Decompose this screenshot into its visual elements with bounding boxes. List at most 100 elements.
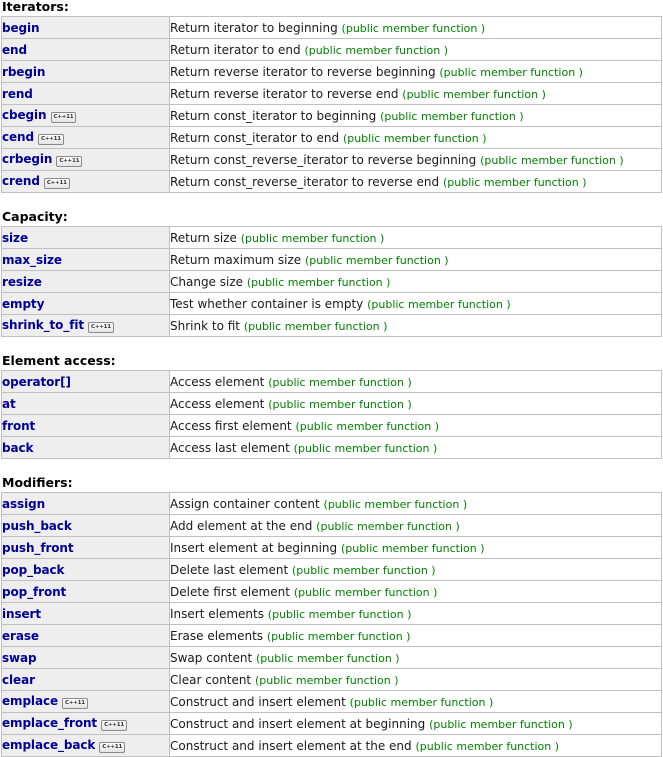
member-link[interactable]: max_size [3, 253, 63, 267]
member-description-cell: Test whether container is empty (public … [169, 292, 662, 315]
section-heading: Capacity: [2, 209, 68, 224]
member-name-cell[interactable]: rbegin [1, 60, 170, 83]
member-description-cell: Access element (public member function ) [169, 392, 662, 415]
table-row: swap Swap content (public member function… [1, 646, 662, 669]
member-link[interactable]: empty [3, 297, 45, 311]
member-name-cell[interactable]: emplace_front C++11 [1, 712, 170, 735]
member-description-cell: Return iterator to beginning (public mem… [169, 16, 662, 39]
member-section: Capacity: size Return size (public member … [0, 210, 663, 337]
member-description-cell: Clear content (public member function ) [169, 668, 662, 691]
member-name-cell[interactable]: size [1, 226, 170, 249]
member-kind-label: (public member function ) [295, 419, 440, 433]
member-name-cell[interactable]: resize [1, 270, 170, 293]
member-description: Swap content [170, 650, 253, 665]
table-row: operator[] Access element (public member … [1, 370, 662, 393]
member-link[interactable]: insert [3, 607, 42, 621]
member-kind-label: (public member function ) [292, 563, 436, 577]
cpp11-badge-icon: C++11 [56, 156, 83, 167]
member-name-cell[interactable]: rend [1, 82, 170, 105]
member-link[interactable]: shrink_to_fit [3, 318, 85, 332]
table-row: cbegin C++11 Return const_iterator to begi… [1, 104, 662, 127]
member-link[interactable]: size [3, 231, 29, 245]
member-link[interactable]: erase [3, 629, 40, 643]
member-name-cell[interactable]: insert [1, 602, 170, 625]
member-name-cell[interactable]: cend C++11 [1, 126, 170, 149]
member-name-cell[interactable]: clear [1, 668, 170, 691]
member-name-cell[interactable]: assign [1, 492, 170, 515]
member-name-cell[interactable]: shrink_to_fit C++11 [1, 314, 170, 337]
member-name-cell[interactable]: emplace_back C++11 [1, 734, 170, 757]
member-name-cell[interactable]: erase [1, 624, 170, 647]
member-description: Return size [170, 230, 237, 245]
member-description: Return reverse iterator to reverse begin… [170, 64, 436, 79]
member-link[interactable]: emplace [3, 694, 59, 708]
member-name-cell[interactable]: end [1, 38, 170, 61]
member-link[interactable]: back [3, 441, 34, 455]
member-description: Shrink to fit [170, 318, 240, 333]
member-link[interactable]: at [3, 397, 16, 411]
member-name-cell[interactable]: push_front [1, 536, 170, 559]
member-description-cell: Add element at the end (public member fu… [169, 514, 662, 537]
member-link[interactable]: cbegin [3, 108, 47, 122]
member-name-cell[interactable]: crbegin C++11 [1, 148, 170, 171]
table-row: back Access last element (public member f… [1, 436, 662, 459]
member-link[interactable]: cend [3, 130, 35, 144]
member-name-cell[interactable]: front [1, 414, 170, 437]
member-link[interactable]: pop_front [3, 585, 67, 599]
member-link[interactable]: clear [3, 673, 35, 687]
table-row: end Return iterator to end (public member… [1, 38, 662, 61]
member-link[interactable]: resize [3, 275, 42, 289]
member-kind-label: (public member function ) [429, 717, 573, 731]
member-name-cell[interactable]: at [1, 392, 170, 415]
member-name-cell[interactable]: pop_front [1, 580, 170, 603]
member-link[interactable]: swap [3, 651, 37, 665]
table-row: empty Test whether container is empty (pu… [1, 292, 662, 315]
member-link[interactable]: emplace_front [3, 716, 98, 730]
member-description-cell: Construct and insert element (public mem… [169, 690, 662, 713]
member-description-cell: Access last element (public member funct… [169, 436, 662, 459]
member-link[interactable]: front [3, 419, 36, 433]
member-link[interactable]: push_back [3, 519, 72, 533]
member-link[interactable]: assign [3, 497, 46, 511]
member-name-cell[interactable]: empty [1, 292, 170, 315]
member-name-cell[interactable]: begin [1, 16, 170, 39]
cpp11-badge-icon: C++11 [62, 698, 88, 709]
member-link[interactable]: begin [3, 21, 40, 35]
member-kind-label: (public member function ) [305, 253, 449, 267]
member-link[interactable]: rbegin [3, 65, 46, 79]
member-link[interactable]: pop_back [3, 563, 65, 577]
member-description: Return iterator to end [170, 42, 301, 57]
table-row: insert Insert elements (public member fun… [1, 602, 662, 625]
table-row: shrink_to_fit C++11 Shrink to fit (public … [1, 314, 662, 337]
member-link[interactable]: end [3, 43, 28, 57]
member-name-cell[interactable]: back [1, 436, 170, 459]
member-name-cell[interactable]: pop_back [1, 558, 170, 581]
member-description-cell: Erase elements (public member function ) [169, 624, 662, 647]
member-link[interactable]: rend [3, 87, 33, 101]
member-name-cell[interactable]: crend C++11 [1, 170, 170, 193]
member-name-cell[interactable]: max_size [1, 248, 170, 271]
member-name-cell[interactable]: swap [1, 646, 170, 669]
member-description: Erase elements [170, 628, 264, 643]
member-description-cell: Insert elements (public member function … [169, 602, 662, 625]
cpp11-badge-icon: C++11 [99, 742, 126, 753]
member-kind-label: (public member function ) [246, 275, 391, 289]
member-link[interactable]: crbegin [3, 152, 53, 166]
member-name-cell[interactable]: cbegin C++11 [1, 104, 170, 127]
member-description-cell: Return reverse iterator to reverse begin… [169, 60, 662, 83]
table-row: size Return size (public member function … [1, 226, 662, 249]
member-link[interactable]: push_front [3, 541, 74, 555]
member-kind-label: (public member function ) [323, 497, 468, 511]
member-kind-label: (public member function ) [439, 65, 583, 79]
member-link[interactable]: crend [3, 174, 40, 188]
member-link[interactable]: emplace_back [3, 738, 96, 752]
member-name-cell[interactable]: push_back [1, 514, 170, 537]
member-link[interactable]: operator[] [3, 375, 71, 389]
member-kind-label: (public member function ) [293, 585, 438, 599]
member-name-cell[interactable]: emplace C++11 [1, 690, 170, 713]
member-description: Access last element [170, 440, 290, 455]
member-name-cell[interactable]: operator[] [1, 370, 170, 393]
member-description-cell: Return maximum size (public member funct… [169, 248, 662, 271]
member-description-cell: Return const_reverse_iterator to reverse… [169, 148, 662, 171]
